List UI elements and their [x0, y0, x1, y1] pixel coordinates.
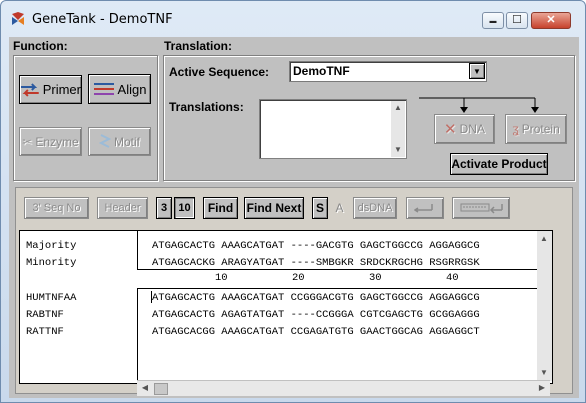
arrow-left-icon [414, 204, 433, 213]
ruler-tick-40: 40 [446, 272, 459, 284]
sequence-row[interactable]: ATGAGCACTG AGAGTATGAT ----CCGGGA CGTCGAG… [152, 309, 480, 321]
minimize-button[interactable]: ▬ [482, 12, 504, 29]
sequence-row[interactable]: ATGAGCACTG AAAGCATGAT CCGGGACGTG GAGCTGG… [152, 292, 480, 304]
sequence-name[interactable]: HUMTNFAA [26, 292, 76, 304]
scroll-down-icon[interactable]: ▼ [391, 143, 405, 157]
maximize-button[interactable]: ☐ [506, 12, 528, 29]
connector-lines [419, 97, 539, 113]
sequence-arrow-icon [460, 203, 503, 214]
scroll-right-icon[interactable]: ▶ [535, 381, 549, 395]
translations-scrollbar[interactable]: ▲ ▼ [391, 101, 405, 157]
translations-label: Translations: [169, 100, 244, 114]
ten-label: 10 [178, 202, 191, 214]
align-button[interactable]: Align [88, 74, 151, 104]
s-button[interactable]: S [312, 197, 328, 219]
protein-button[interactable]: ʓ Protein [505, 114, 567, 144]
ruler-tick-30: 30 [369, 272, 382, 284]
translation-label: Translation: [164, 39, 233, 53]
three-button[interactable]: 3 [156, 197, 172, 219]
maximize-icon: ☐ [512, 14, 522, 26]
find-next-button[interactable]: Find Next [244, 197, 304, 219]
find-next-label: Find Next [246, 201, 302, 215]
minority-sequence: ATGAGCACKG ARAGYATGAT ----SMBGKR SRDCKRG… [152, 257, 480, 269]
header-label: Header [104, 202, 141, 214]
align-label: Align [117, 81, 147, 97]
majority-sequence: ATGAGCACTG AAAGCATGAT ----GACGTG GAGCTGG… [152, 240, 480, 252]
majority-name: Majority [26, 240, 77, 252]
find-label: Find [207, 201, 234, 215]
seq-no-button[interactable]: 3' Seq No [24, 197, 89, 219]
protein-label: Protein [521, 122, 560, 136]
text-cursor [151, 291, 152, 303]
scroll-up-icon[interactable]: ▲ [391, 101, 405, 115]
scroll-up-icon[interactable]: ▲ [537, 232, 551, 246]
sequence-arrow-button[interactable] [452, 197, 510, 219]
ten-button[interactable]: 10 [174, 197, 195, 219]
seq-no-label: 3' Seq No [32, 202, 81, 214]
sequence-row[interactable]: ATGAGCACGG AAAGCATGAT CCGAGATGTG GAACTGG… [152, 326, 480, 338]
alignment-vscrollbar[interactable]: ▲ ▼ [537, 231, 552, 381]
header-button[interactable]: Header [97, 197, 148, 219]
active-sequence-value: DemoTNF [293, 64, 350, 78]
close-button[interactable]: ✕ [531, 12, 571, 29]
alignment-hscrollbar[interactable]: ◀ ▶ [137, 380, 550, 396]
scroll-left-icon[interactable]: ◀ [138, 381, 152, 395]
activate-product-button[interactable]: Activate Product [450, 153, 548, 175]
s-label: S [315, 201, 324, 215]
translations-listbox[interactable]: ▲ ▼ [259, 99, 407, 159]
motif-button[interactable]: Motif [88, 127, 151, 156]
align-icon [93, 83, 114, 95]
dropdown-arrow-icon[interactable]: ▼ [469, 63, 485, 79]
primer-button[interactable]: Primer [19, 75, 82, 104]
active-sequence-label: Active Sequence: [169, 65, 270, 79]
function-label: Function: [13, 39, 68, 53]
minimize-icon: ▬ [489, 18, 497, 25]
scroll-down-icon[interactable]: ▼ [537, 366, 551, 380]
ruler-tick-10: 10 [215, 272, 228, 284]
enzyme-button[interactable]: ✂ Enzyme [19, 127, 82, 156]
enzyme-icon: ✂ [22, 134, 33, 149]
genetank-app-icon [12, 12, 24, 25]
dna-label: DNA [459, 122, 485, 136]
enzyme-label: Enzyme [35, 134, 79, 149]
dsdna-label: dsDNA [357, 202, 393, 214]
minority-name: Minority [26, 257, 77, 269]
alignment-pane[interactable]: Majority ATGAGCACTG AAAGCATGAT ----GACGT… [19, 230, 553, 384]
app-window: GeneTank - DemoTNF ▬ ☐ ✕ Function: Prime… [0, 0, 586, 403]
motif-label: Motif [113, 134, 140, 149]
active-sequence-select[interactable]: DemoTNF ▼ [289, 61, 487, 82]
dna-button[interactable]: ✕ DNA [434, 114, 495, 144]
window-title: GeneTank - DemoTNF [32, 12, 173, 27]
a-button[interactable]: A [332, 197, 347, 219]
close-icon: ✕ [546, 14, 556, 26]
primer-icon [20, 82, 39, 97]
dsdna-button[interactable]: dsDNA [353, 197, 397, 219]
motif-icon [98, 133, 111, 148]
activate-product-label: Activate Product [451, 157, 547, 171]
sequence-name[interactable]: RATTNF [26, 326, 64, 338]
name-column-divider [137, 231, 138, 383]
sequence-name[interactable]: RABTNF [26, 309, 64, 321]
protein-icon: ʓ [512, 122, 519, 136]
primer-label: Primer [42, 82, 81, 97]
a-label: A [335, 201, 344, 215]
ruler-tick-20: 20 [292, 272, 305, 284]
three-label: 3 [160, 202, 168, 214]
find-button[interactable]: Find [203, 197, 238, 219]
scroll-thumb[interactable] [154, 383, 168, 395]
dna-icon: ✕ [444, 121, 457, 138]
arrow-left-button[interactable] [406, 197, 444, 219]
title-bar[interactable]: GeneTank - DemoTNF ▬ ☐ ✕ [1, 1, 585, 37]
position-ruler: 10 20 30 40 [137, 269, 552, 289]
